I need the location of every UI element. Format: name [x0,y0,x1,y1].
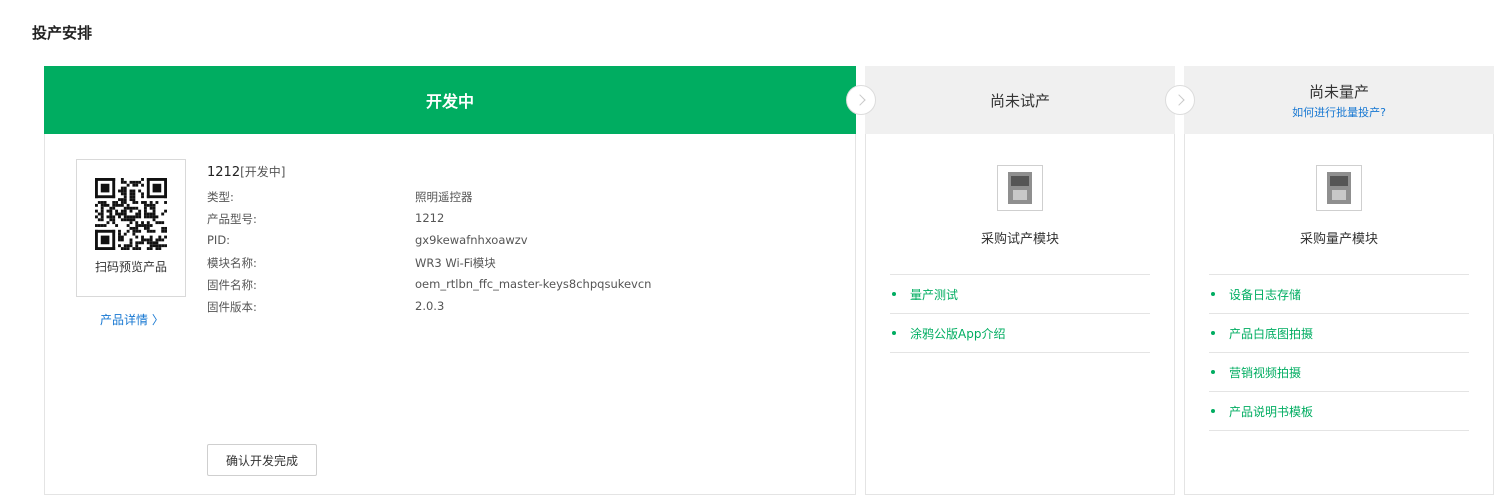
list-item[interactable]: 产品说明书模板 [1209,392,1469,431]
stage-mass-panel: 尚未量产 如何进行批量投产? 采购量产模块 设备日志存储 产品白底图拍摄 营销视… [1184,66,1494,495]
info-label: 模块名称: [207,256,257,270]
list-item[interactable]: 营销视频拍摄 [1209,353,1469,392]
bullet-icon [892,292,896,296]
info-row-firmware-version: 固件版本: 2.0.3 [207,299,444,315]
chevron-right-icon [846,85,876,115]
stage-trial-panel: 尚未试产 采购试产模块 量产测试 涂鸦公版App介绍 [865,66,1175,495]
info-label: 固件名称: [207,278,257,292]
mass-production-help-link[interactable]: 如何进行批量投产? [1292,104,1386,120]
stage-mass-header: 尚未量产 如何进行批量投产? [1184,66,1494,134]
resource-link[interactable]: 量产测试 [910,286,958,303]
buy-trial-module-link[interactable]: 采购试产模块 [866,228,1174,247]
resource-link[interactable]: 涂鸦公版App介绍 [910,325,1005,342]
list-item[interactable]: 涂鸦公版App介绍 [890,314,1150,353]
resource-link[interactable]: 营销视频拍摄 [1229,364,1301,381]
resource-link[interactable]: 产品白底图拍摄 [1229,325,1313,342]
qr-preview-label: 扫码预览产品 [94,260,167,274]
mass-resource-list: 设备日志存储 产品白底图拍摄 营销视频拍摄 产品说明书模板 [1209,274,1469,431]
list-item[interactable]: 量产测试 [890,275,1150,314]
stage-trial-title: 尚未试产 [989,91,1050,110]
info-row-module: 模块名称: WR3 Wi-Fi模块 [207,255,496,271]
resource-link[interactable]: 产品说明书模板 [1229,403,1313,420]
qr-code-icon [95,178,167,250]
product-status: [开发中] [240,165,286,179]
list-item[interactable]: 设备日志存储 [1209,275,1469,314]
info-value: 2.0.3 [415,299,445,313]
info-label: PID: [207,233,231,247]
bullet-icon [1211,331,1215,335]
info-label: 类型: [207,190,234,204]
info-value: 照明遥控器 [415,190,473,204]
chevron-right-icon [1165,85,1195,115]
confirm-development-button[interactable]: 确认开发完成 [207,444,317,476]
stage-development-header: 开发中 [44,66,856,134]
info-value: gx9kewafnhxoawzv [415,233,528,247]
bullet-icon [1211,292,1215,296]
list-item[interactable]: 产品白底图拍摄 [1209,314,1469,353]
trial-resource-list: 量产测试 涂鸦公版App介绍 [890,274,1150,353]
info-label: 产品型号: [207,212,257,226]
bullet-icon [1211,370,1215,374]
bullet-icon [892,331,896,335]
buy-mass-module-link[interactable]: 采购量产模块 [1185,228,1493,247]
info-row-pid: PID: gx9kewafnhxoawzv [207,233,528,247]
info-value: WR3 Wi-Fi模块 [415,256,496,270]
info-row-firmware-name: 固件名称: oem_rtlbn_ffc_master-keys8chpqsuke… [207,277,651,293]
qr-preview-box: 扫码预览产品 [76,159,186,297]
product-detail-link[interactable]: 产品详情 〉 [100,311,164,328]
wifi-module-icon [997,165,1043,211]
info-label: 固件版本: [207,300,257,314]
product-name-text: 1212 [207,165,241,180]
stage-development-title: 开发中 [425,92,474,111]
info-row-model: 产品型号: 1212 [207,211,444,227]
info-value: oem_rtlbn_ffc_master-keys8chpqsukevcn [415,277,652,291]
stage-trial-header: 尚未试产 [865,66,1175,134]
page-title: 投产安排 [32,24,93,42]
info-value: 1212 [415,211,445,225]
bullet-icon [1211,409,1215,413]
product-name: 1212[开发中] [207,163,285,180]
resource-link[interactable]: 设备日志存储 [1229,286,1301,303]
info-row-type: 类型: 照明遥控器 [207,189,473,205]
wifi-module-icon [1316,165,1362,211]
stage-development-panel: 开发中 扫码预览产品 产品详情 〉 1212[开发中] 类型: 照明遥控器 产品… [44,66,856,495]
stage-mass-title: 尚未量产 [1308,82,1369,101]
